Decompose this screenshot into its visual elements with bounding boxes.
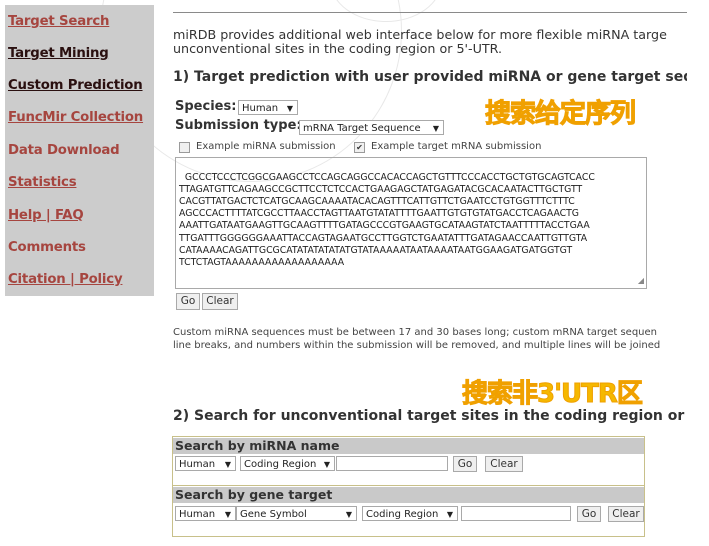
- gene-region-select[interactable]: Coding Region ▼: [362, 506, 458, 521]
- chevron-down-icon: ▼: [224, 460, 231, 469]
- sequence-text: GCCCTCCCTCGGCGAAGCCTCCAGCAGGCCACACCAGCTG…: [179, 172, 595, 268]
- clear-button[interactable]: Clear: [202, 293, 238, 310]
- sidebar-item-target-search[interactable]: Target Search: [8, 14, 109, 29]
- gene-species-select[interactable]: Human ▼: [175, 506, 236, 521]
- mirna-region-value: Coding Region: [244, 459, 317, 470]
- annotation-search-non-3utr: 搜索非3'UTR区: [462, 379, 644, 410]
- section1-title: 1) Target prediction with user provided …: [173, 69, 687, 85]
- intro-text: miRDB provides additional web interface …: [173, 28, 687, 56]
- chevron-down-icon: ▼: [323, 460, 330, 469]
- panel-divider: [173, 485, 644, 486]
- section2-title: 2) Search for unconventional target site…: [173, 408, 687, 424]
- example-mirna-label: Example miRNA submission: [196, 141, 336, 152]
- mirna-species-select[interactable]: Human ▼: [175, 456, 236, 471]
- submission-note: Custom miRNA sequences must be between 1…: [173, 326, 687, 352]
- go-button[interactable]: Go: [176, 293, 200, 310]
- checkmark-icon: ✔: [356, 143, 363, 152]
- mirna-name-input[interactable]: [336, 456, 448, 471]
- chevron-down-icon: ▼: [432, 124, 439, 133]
- note-line-1: Custom miRNA sequences must be between 1…: [173, 327, 657, 338]
- mirna-species-value: Human: [179, 459, 216, 470]
- note-line-2: line breaks, and numbers within the subm…: [173, 340, 661, 351]
- gene-region-value: Coding Region: [366, 509, 439, 520]
- annotation-search-given-sequence: 搜索给定序列: [484, 99, 636, 130]
- sidebar-item-comments[interactable]: Comments: [8, 240, 86, 255]
- chevron-down-icon: ▼: [286, 104, 293, 113]
- intro-line-2: unconventional sites in the coding regio…: [173, 41, 503, 56]
- gene-id-type-value: Gene Symbol: [240, 509, 307, 520]
- sidebar-item-custom-prediction[interactable]: Custom Prediction: [8, 78, 143, 93]
- species-label: Species:: [175, 99, 237, 114]
- chevron-down-icon: ▼: [224, 510, 231, 519]
- submission-type-label: Submission type:: [175, 118, 302, 133]
- example-target-label: Example target mRNA submission: [371, 141, 542, 152]
- top-divider: [173, 12, 687, 13]
- gene-target-input[interactable]: [461, 506, 571, 521]
- example-target-checkbox[interactable]: ✔: [354, 142, 365, 153]
- submission-type-select[interactable]: mRNA Target Sequence ▼: [299, 120, 444, 135]
- sidebar-item-data-download[interactable]: Data Download: [8, 143, 120, 158]
- mirna-clear-button[interactable]: Clear: [485, 456, 523, 472]
- sidebar-item-citation-policy[interactable]: Citation | Policy: [8, 272, 123, 287]
- sidebar-item-funcmir-collection[interactable]: FuncMir Collection: [8, 110, 143, 125]
- sidebar-item-target-mining[interactable]: Target Mining: [8, 46, 109, 61]
- mirna-region-select[interactable]: Coding Region ▼: [240, 456, 335, 471]
- sequence-textarea[interactable]: GCCCTCCCTCGGCGAAGCCTCCAGCAGGCCACACCAGCTG…: [175, 157, 647, 289]
- submission-type-select-value: mRNA Target Sequence: [303, 123, 421, 134]
- chevron-down-icon: ▼: [446, 510, 453, 519]
- sidebar-nav: Target Search Target Mining Custom Predi…: [5, 5, 154, 296]
- search-by-gene-header: Search by gene target: [173, 487, 644, 503]
- gene-species-value: Human: [179, 509, 216, 520]
- species-select-value: Human: [242, 103, 279, 114]
- mirna-go-button[interactable]: Go: [453, 456, 477, 472]
- sidebar-item-statistics[interactable]: Statistics: [8, 175, 77, 190]
- intro-line-1: miRDB provides additional web interface …: [173, 28, 667, 42]
- gene-id-type-select[interactable]: Gene Symbol ▼: [236, 506, 357, 521]
- resize-grip-icon[interactable]: ◢: [638, 275, 644, 287]
- chevron-down-icon: ▼: [345, 510, 352, 519]
- example-mirna-checkbox[interactable]: [179, 142, 190, 153]
- species-select[interactable]: Human ▼: [238, 100, 298, 115]
- sidebar-item-help-faq[interactable]: Help | FAQ: [8, 208, 84, 223]
- gene-go-button[interactable]: Go: [577, 506, 601, 522]
- search-by-mirna-header: Search by miRNA name: [173, 438, 644, 454]
- search-panel: Search by miRNA name Human ▼ Coding Regi…: [172, 436, 645, 537]
- gene-clear-button[interactable]: Clear: [608, 506, 644, 522]
